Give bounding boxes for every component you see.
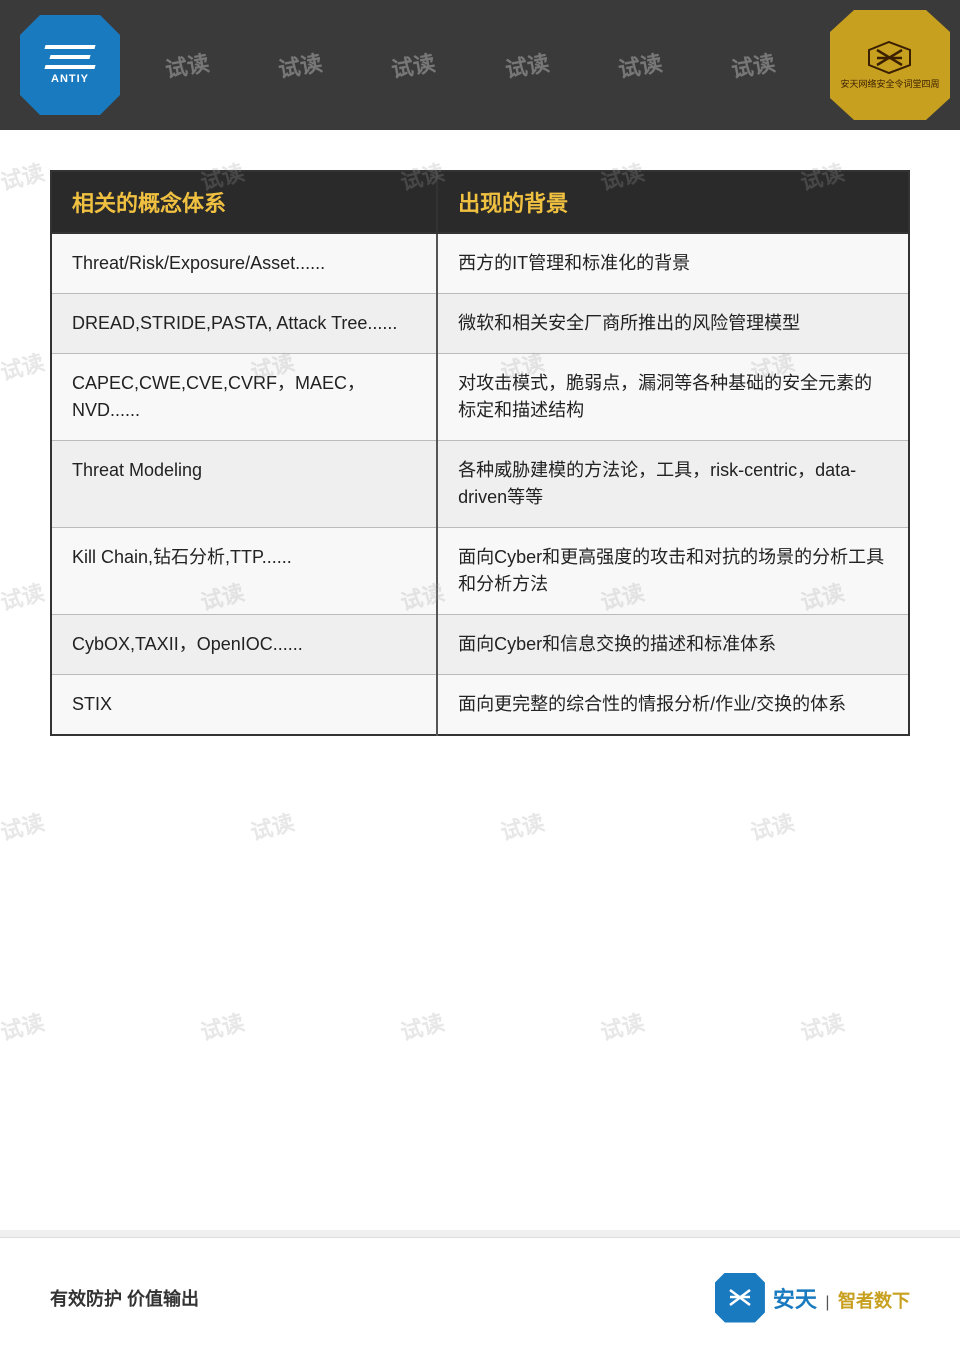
page-watermark: 试读: [0, 345, 47, 387]
watermark-item: 试读: [729, 45, 778, 84]
col1-header: 相关的概念体系: [51, 171, 437, 233]
page-watermark: 试读: [247, 805, 298, 847]
table-row: Threat/Risk/Exposure/Asset......西方的IT管理和…: [51, 233, 909, 294]
header-right-text: 安天网络安全令词堂四周: [840, 78, 939, 91]
page-watermark: 试读: [197, 1005, 248, 1047]
footer-logo-icon: [725, 1285, 755, 1310]
table-row: DREAD,STRIDE,PASTA, Attack Tree......微软和…: [51, 294, 909, 354]
table-row: Threat Modeling各种威胁建模的方法论，工具，risk-centri…: [51, 441, 909, 528]
table-cell-col1: Threat/Risk/Exposure/Asset......: [51, 233, 437, 294]
footer-logo: 安天 | 智者数下: [715, 1273, 910, 1323]
page-watermark: 试读: [0, 1005, 47, 1047]
table-cell-col1: CybOX,TAXII，OpenIOC......: [51, 615, 437, 675]
page-watermark: 试读: [597, 1005, 648, 1047]
table-cell-col2: 面向Cyber和信息交换的描述和标准体系: [437, 615, 909, 675]
footer-logo-diamond: [715, 1273, 765, 1323]
watermark-item: 试读: [276, 45, 325, 84]
footer-slogan-text: 智者数下: [838, 1291, 910, 1311]
table-body: Threat/Risk/Exposure/Asset......西方的IT管理和…: [51, 233, 909, 735]
table-row: CybOX,TAXII，OpenIOC......面向Cyber和信息交换的描述…: [51, 615, 909, 675]
page-watermark: 试读: [0, 155, 47, 197]
concept-table: 相关的概念体系 出现的背景 Threat/Risk/Exposure/Asset…: [50, 170, 910, 736]
footer-separator: |: [825, 1294, 829, 1311]
header: ANTIY 试读 试读 试读 试读 试读 试读 安天网络安全令词堂四周: [0, 0, 960, 130]
watermark-item: 试读: [389, 45, 438, 84]
watermark-item: 试读: [162, 45, 211, 84]
footer-brand: 安天 | 智者数下: [773, 1282, 910, 1314]
page-watermark: 试读: [497, 805, 548, 847]
page-watermark: 试读: [797, 1005, 848, 1047]
antiy-header-icon: [867, 40, 912, 75]
page-watermark: 试读: [0, 805, 47, 847]
page-watermark: 试读: [397, 1005, 448, 1047]
table-row: STIX面向更完整的综合性的情报分析/作业/交换的体系: [51, 675, 909, 736]
table-header-row: 相关的概念体系 出现的背景: [51, 171, 909, 233]
table-row: CAPEC,CWE,CVE,CVRF，MAEC，NVD......对攻击模式，脆…: [51, 354, 909, 441]
header-right-logo: 安天网络安全令词堂四周: [830, 10, 950, 120]
table-cell-col2: 面向Cyber和更高强度的攻击和对抗的场景的分析工具和分析方法: [437, 528, 909, 615]
watermark-item: 试读: [616, 45, 665, 84]
table-cell-col1: Threat Modeling: [51, 441, 437, 528]
footer-left-text: 有效防护 价值输出: [50, 1285, 199, 1311]
footer-right: 安天 | 智者数下: [715, 1273, 910, 1323]
page-watermark: 试读: [747, 805, 798, 847]
table-cell-col2: 面向更完整的综合性的情报分析/作业/交换的体系: [437, 675, 909, 736]
watermark-item: 试读: [502, 45, 551, 84]
table-cell-col2: 西方的IT管理和标准化的背景: [437, 233, 909, 294]
footer: 有效防护 价值输出 安天 | 智者数下: [0, 1237, 960, 1357]
table-cell-col2: 各种威胁建模的方法论，工具，risk-centric，data-driven等等: [437, 441, 909, 528]
table-cell-col1: STIX: [51, 675, 437, 736]
page-watermark: 试读: [0, 575, 47, 617]
footer-brand-text: 安天: [773, 1287, 817, 1312]
table-cell-col1: CAPEC,CWE,CVE,CVRF，MAEC，NVD......: [51, 354, 437, 441]
col2-header: 出现的背景: [437, 171, 909, 233]
header-watermarks: 试读 试读 试读 试读 试读 试读: [0, 0, 960, 130]
table-cell-col2: 对攻击模式，脆弱点，漏洞等各种基础的安全元素的标定和描述结构: [437, 354, 909, 441]
table-row: Kill Chain,钻石分析,TTP......面向Cyber和更高强度的攻击…: [51, 528, 909, 615]
main-content: 试读 试读 试读 试读 试读 试读 试读 试读 试读 试读 试读 试读 试读 试…: [0, 130, 960, 1230]
table-cell-col1: DREAD,STRIDE,PASTA, Attack Tree......: [51, 294, 437, 354]
table-cell-col1: Kill Chain,钻石分析,TTP......: [51, 528, 437, 615]
header-right-inner: 安天网络安全令词堂四周: [840, 40, 939, 91]
table-cell-col2: 微软和相关安全厂商所推出的风险管理模型: [437, 294, 909, 354]
